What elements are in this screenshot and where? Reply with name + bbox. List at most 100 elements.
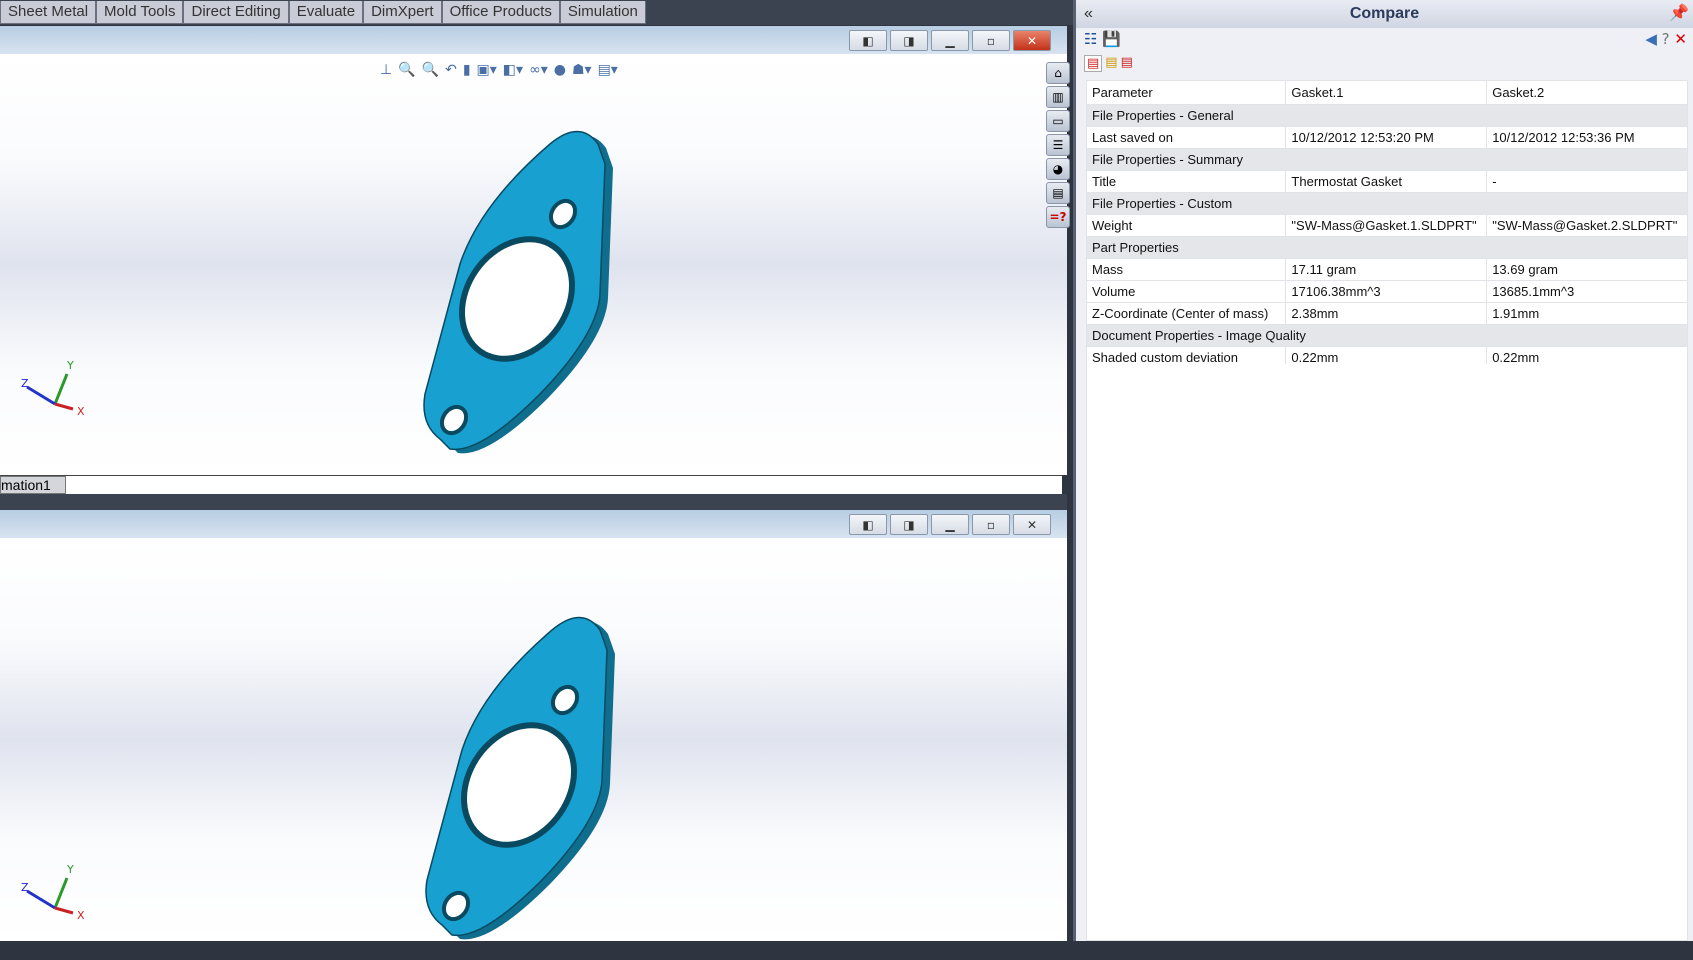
coordinate-triad: Y Z X	[21, 863, 85, 922]
compare-results-table: Parameter Gasket.1 Gasket.2 File Properties…	[1085, 80, 1688, 369]
upper-graphics-area[interactable]: Y Z X	[0, 54, 1067, 475]
task-pane-tabs: ⌂ ▥ ▭ ☰ ◕ ▤ =?	[1046, 62, 1070, 228]
section-label: File Properties - Custom	[1086, 192, 1688, 215]
table-row: Last saved on 10/12/2012 12:53:20 PM 10/12…	[1085, 126, 1688, 149]
table-cell: Z-Coordinate (Center of mass)	[1085, 302, 1287, 325]
y-axis	[53, 373, 69, 405]
z-axis	[26, 889, 56, 910]
table-cell: "SW-Mass@Gasket.1.SLDPRT"	[1285, 214, 1488, 237]
custom-properties-icon[interactable]: ▤	[1046, 182, 1070, 204]
scene-icon[interactable]: ☗▾	[572, 62, 592, 78]
section-label: File Properties - General	[1086, 104, 1688, 127]
tab-mold-tools[interactable]: Mold Tools	[96, 1, 184, 24]
display-style-icon[interactable]: ◧▾	[503, 62, 523, 78]
table-cell: 17.11 gram	[1285, 258, 1488, 281]
maximize-button[interactable]: ▫	[972, 30, 1010, 51]
axis-label-y: Y	[66, 359, 74, 372]
x-axis	[54, 402, 74, 411]
table-row: Z-Coordinate (Center of mass) 2.38mm 1.91m…	[1085, 302, 1688, 325]
compare-features-tab-icon[interactable]: ▤	[1105, 55, 1117, 72]
table-cell: Title	[1085, 170, 1287, 193]
close-button[interactable]: ✕	[1013, 30, 1051, 51]
close-icon[interactable]: ✕	[1674, 30, 1687, 48]
collapse-icon[interactable]: «	[1084, 0, 1093, 28]
configuration-tab[interactable]: mation1	[0, 476, 66, 494]
zoom-to-fit-icon[interactable]: 🔍	[398, 62, 415, 78]
tile-left-button[interactable]: ◧	[849, 514, 887, 535]
x-axis	[54, 906, 74, 915]
zoom-area-icon[interactable]: 🔍	[422, 62, 439, 78]
y-axis	[53, 877, 69, 909]
gasket-1-model	[423, 130, 613, 454]
normal-to-icon[interactable]: ⊥	[380, 62, 392, 78]
table-cell: 13685.1mm^3	[1486, 280, 1688, 303]
axis-label-y: Y	[66, 863, 74, 876]
tab-sheet-metal[interactable]: Sheet Metal	[0, 1, 97, 24]
tab-evaluate[interactable]: Evaluate	[288, 1, 364, 24]
folder-icon[interactable]: ▭	[1046, 110, 1070, 132]
tile-right-button[interactable]: ◨	[890, 30, 928, 51]
table-cell: Mass	[1085, 258, 1287, 281]
maximize-button[interactable]: ▫	[972, 514, 1010, 535]
table-cell: 10/12/2012 12:53:36 PM	[1486, 126, 1688, 149]
column-header: Parameter	[1085, 80, 1287, 105]
compare-panel: « Compare 📌 ☷ 💾 ◀ ? ✕ ▤ ▤ ▤ Parameter Gas…	[1073, 0, 1693, 941]
viewport-divider[interactable]	[0, 494, 1067, 510]
compare-icon[interactable]: =?	[1046, 206, 1070, 228]
minimize-button[interactable]: ▁	[931, 30, 969, 51]
tab-simulation[interactable]: Simulation	[559, 1, 646, 24]
table-cell: 1.91mm	[1486, 302, 1688, 325]
section-label: File Properties - Summary	[1086, 148, 1688, 171]
axis-label-x: X	[77, 405, 85, 418]
table-row: Mass 17.11 gram 13.69 gram	[1085, 258, 1688, 281]
tab-direct-editing[interactable]: Direct Editing	[183, 1, 289, 24]
gasket-2-model	[425, 616, 615, 940]
section-row: File Properties - Summary	[1086, 148, 1688, 171]
table-cell: 10/12/2012 12:53:20 PM	[1285, 126, 1488, 149]
view-settings-icon[interactable]: ▤▾	[598, 62, 618, 78]
appearance-icon[interactable]: ●	[554, 62, 566, 78]
previous-view-icon[interactable]: ↶	[445, 62, 457, 78]
column-header: Gasket.1	[1285, 80, 1488, 105]
table-row: Weight "SW-Mass@Gasket.1.SLDPRT" "SW-Mass@…	[1085, 214, 1688, 237]
compare-geometry-tab-icon[interactable]: ▤	[1121, 55, 1133, 72]
tab-office-products[interactable]: Office Products	[441, 1, 560, 24]
table-cell: Weight	[1085, 214, 1287, 237]
column-header: Gasket.2	[1486, 80, 1688, 105]
compare-documents-tab-icon[interactable]: ▤	[1084, 55, 1103, 72]
file-explorer-icon[interactable]: ☰	[1046, 134, 1070, 156]
axis-label-z: Z	[21, 881, 29, 894]
section-row: Part Properties	[1086, 236, 1688, 259]
axis-label-z: Z	[21, 377, 29, 390]
appearances-icon[interactable]: ◕	[1046, 158, 1070, 180]
section-view-icon[interactable]: ▮	[463, 62, 471, 78]
hide-show-icon[interactable]: ∞▾	[529, 62, 548, 78]
tile-right-button[interactable]: ◨	[890, 514, 928, 535]
table-cell: "SW-Mass@Gasket.2.SLDPRT"	[1486, 214, 1688, 237]
table-row: Title Thermostat Gasket -	[1085, 170, 1688, 193]
resources-icon[interactable]: ▥	[1046, 86, 1070, 108]
section-row: File Properties - Custom	[1086, 192, 1688, 215]
tile-left-button[interactable]: ◧	[849, 30, 887, 51]
checklist-icon[interactable]: ☷	[1084, 30, 1097, 48]
table-header: Parameter Gasket.1 Gasket.2	[1085, 80, 1688, 105]
table-cell: 17106.38mm^3	[1285, 280, 1488, 303]
save-icon[interactable]: 💾	[1102, 30, 1121, 48]
tab-dimxpert[interactable]: DimXpert	[363, 1, 442, 24]
panel-title: « Compare 📌	[1076, 0, 1693, 28]
section-row: File Properties - General	[1086, 104, 1688, 127]
minimize-button[interactable]: ▁	[931, 514, 969, 535]
lower-graphics-area[interactable]: Y Z X	[0, 538, 1067, 941]
command-manager-tabs: Sheet Metal Mold Tools Direct Editing Evalu…	[0, 0, 1073, 25]
pin-icon[interactable]: 📌	[1669, 0, 1689, 28]
coordinate-triad: Y Z X	[21, 359, 85, 418]
z-axis	[26, 385, 56, 406]
help-icon[interactable]: ?	[1662, 30, 1670, 48]
table-cell: 2.38mm	[1285, 302, 1488, 325]
section-label: Document Properties - Image Quality	[1086, 324, 1688, 347]
close-button[interactable]: ✕	[1013, 514, 1051, 535]
view-orientation-icon[interactable]: ▣▾	[477, 62, 497, 78]
back-icon[interactable]: ◀	[1645, 30, 1657, 48]
home-icon[interactable]: ⌂	[1046, 62, 1070, 84]
upper-viewport-titlebar: ◧ ◨ ▁ ▫ ✕	[0, 26, 1067, 54]
